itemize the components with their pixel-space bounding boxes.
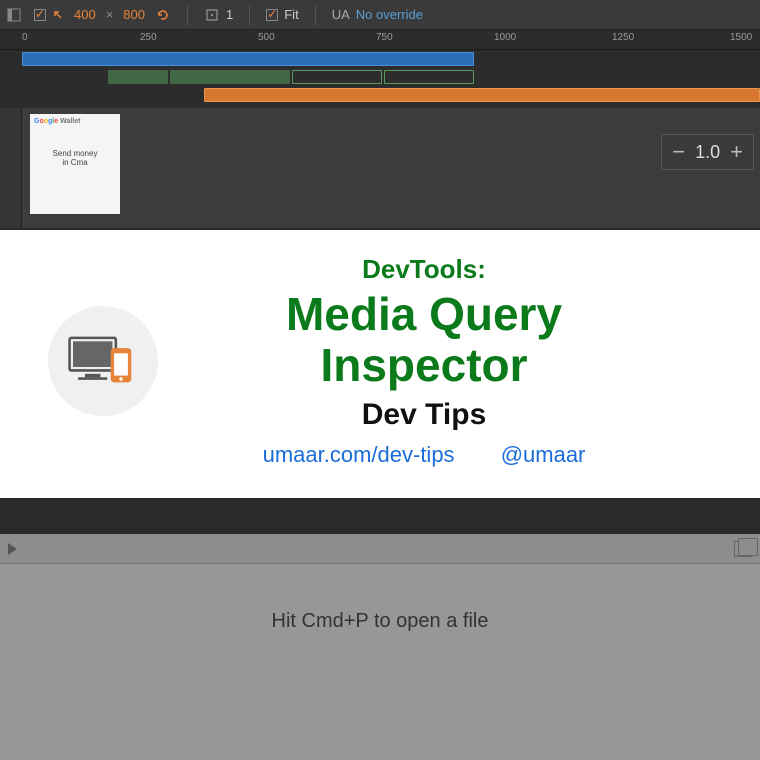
open-file-hint: Hit Cmd+P to open a file [0,610,760,633]
tabs-icon[interactable] [734,541,752,557]
devices-icon [48,306,158,416]
ruler-tick: 1250 [612,32,634,43]
site-link[interactable]: umaar.com/dev-tips [263,442,455,467]
ua-label: UA [332,7,350,22]
dock-icon[interactable] [6,7,22,23]
viewport-height[interactable]: 800 [123,7,145,22]
zoom-value: 1.0 [695,142,720,163]
title-card: DevTools: Media Query Inspector Dev Tips… [0,230,760,498]
zoom-in-button[interactable]: + [730,139,743,165]
device-preview: Google Wallet Send money in Cma [0,108,760,228]
mq-bar-range[interactable] [170,70,290,84]
overlay-title-line: Inspector [178,340,670,391]
horizontal-ruler: 0 250 500 750 1000 1250 1500 [0,30,760,50]
ruler-tick: 250 [140,32,157,43]
ruler-tick: 750 [376,32,393,43]
toolbar-separator [315,5,316,25]
overlay-subtitle: Dev Tips [178,398,670,432]
ruler-tick: 0 [22,32,28,43]
zoom-control: − 1.0 + [661,134,754,170]
mq-bar-min-width[interactable] [204,88,760,102]
overlay-kicker: DevTools: [178,254,670,285]
dimensions-group: 400 × 800 [34,7,171,23]
dpr-icon[interactable] [204,7,220,23]
vertical-ruler [0,108,22,228]
reload-icon[interactable] [155,7,171,23]
viewport-width[interactable]: 400 [74,7,96,22]
twitter-link[interactable]: @umaar [501,442,586,467]
dimensions-separator: × [106,7,114,22]
sources-panel: Hit Cmd+P to open a file [0,534,760,760]
fit-label: Fit [284,7,298,22]
ruler-tick: 1500 [730,32,752,43]
ruler-tick: 1000 [494,32,516,43]
ua-group: UA No override [332,7,423,22]
overlay-title-line: Media Query [178,289,670,340]
dpr-value[interactable]: 1 [226,7,233,22]
dimensions-checkbox[interactable] [34,9,46,21]
device-toolbar: 400 × 800 1 Fit UA No override [0,0,760,30]
dpr-group: 1 [204,7,233,23]
fit-checkbox[interactable] [266,9,278,21]
preview-text-line: in Cma [34,158,116,167]
toolbar-separator [187,5,188,25]
mq-bar-range[interactable] [384,70,474,84]
mq-bar-range[interactable] [108,70,168,84]
zoom-out-button[interactable]: − [672,139,685,165]
swap-dimensions-icon[interactable] [52,7,68,23]
play-icon[interactable] [8,543,17,555]
mq-bar-range[interactable] [292,70,382,84]
toolbar-separator [249,5,250,25]
sources-toolbar [0,534,760,564]
preview-text-line: Send money [34,149,116,158]
overlay-links: umaar.com/dev-tips @umaar [178,442,670,468]
fit-group: Fit [266,7,298,22]
preview-body: Send money in Cma [34,149,116,167]
preview-canvas[interactable]: Google Wallet Send money in Cma [22,108,760,228]
media-query-bars[interactable] [0,50,760,108]
preview-logo: Google Wallet [34,118,116,125]
preview-page: Google Wallet Send money in Cma [30,114,120,214]
ua-value[interactable]: No override [356,7,423,22]
mq-bar-max-width[interactable] [22,52,474,66]
overlay-title: Media Query Inspector [178,289,670,390]
ruler-tick: 500 [258,32,275,43]
